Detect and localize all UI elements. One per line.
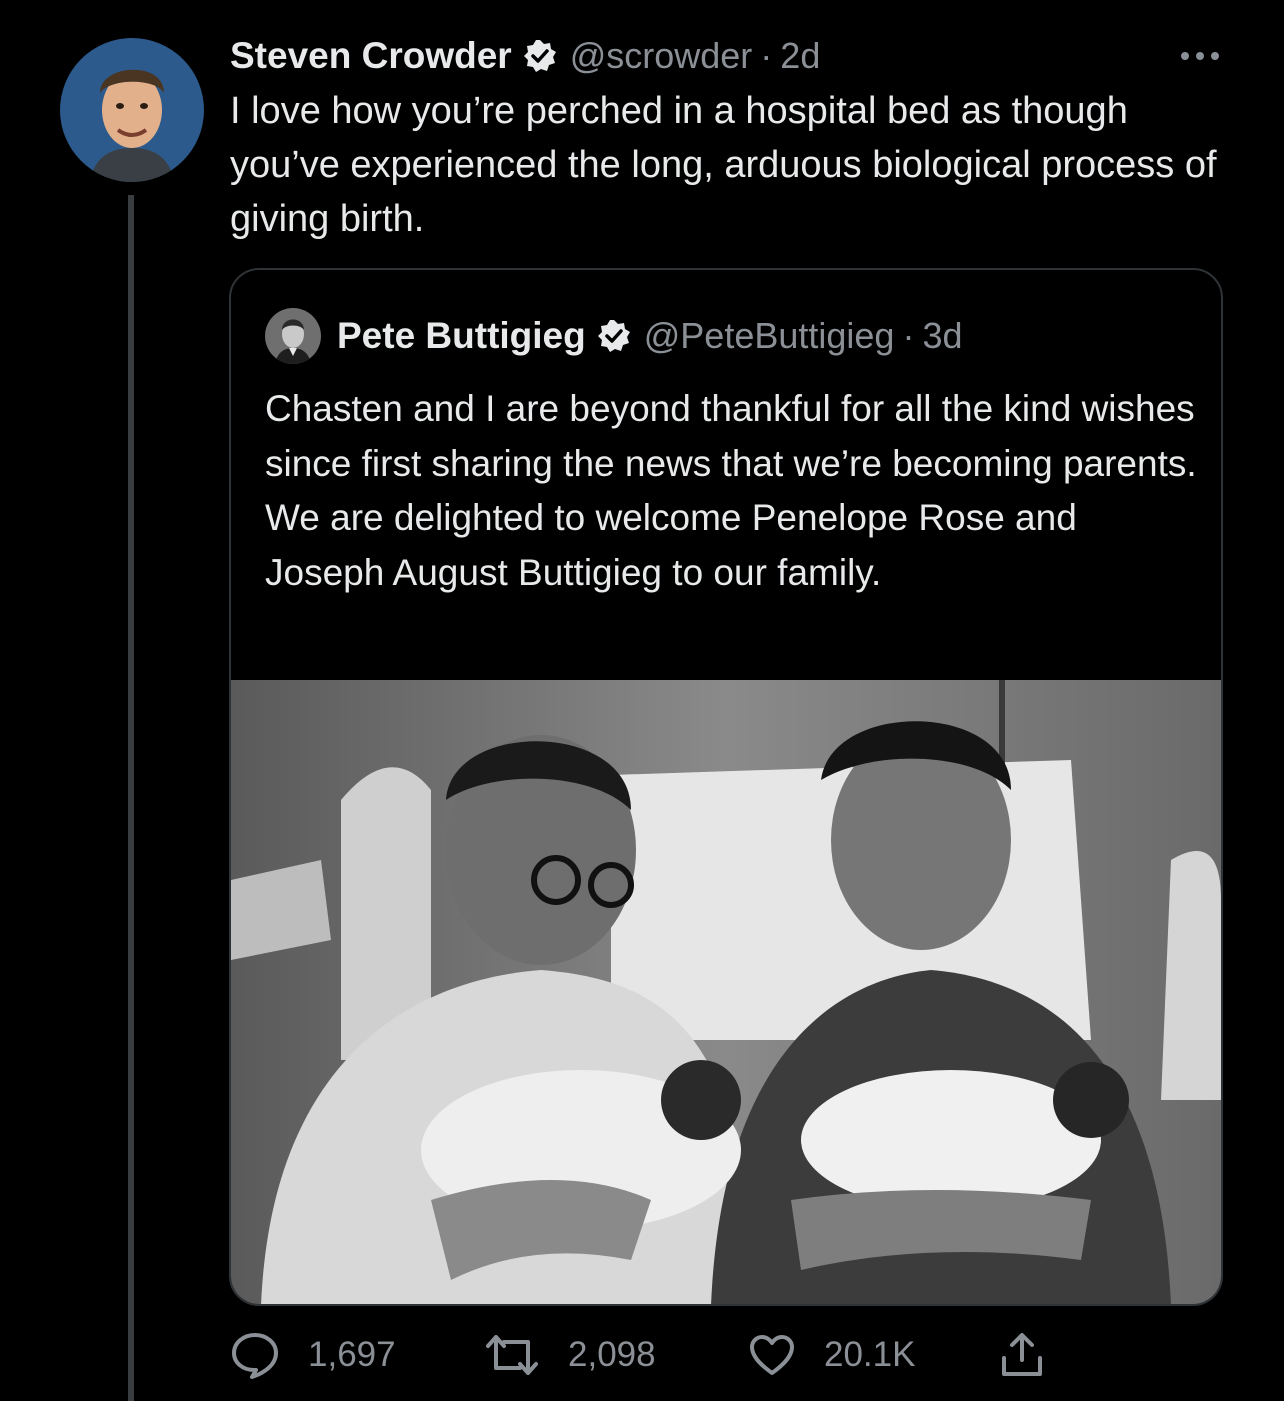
tweet-header: Steven Crowder @scrowder · 2d [230,30,1224,82]
more-dots-icon[interactable] [1178,38,1222,74]
retweet-icon [484,1332,540,1378]
share-button[interactable] [998,1330,1046,1380]
like-count: 20.1K [824,1335,916,1374]
retweet-button[interactable]: 2,098 [484,1330,656,1380]
quoted-tweet-photo[interactable] [231,680,1221,1304]
quoted-tweet-text: Chasten and I are beyond thankful for al… [265,388,1197,593]
verified-badge-icon [522,38,558,74]
author-name[interactable]: Steven Crowder [230,35,512,77]
quoted-author-name[interactable]: Pete Buttigieg [337,315,586,357]
reply-bubble-icon [230,1331,280,1379]
quoted-author-avatar [265,308,321,364]
heart-icon [748,1333,796,1377]
author-handle[interactable]: @scrowder [570,35,753,77]
tweet-text: I love how you’re perched in a hospital … [230,90,1217,240]
quoted-tweet-age[interactable]: 3d [922,315,962,357]
retweet-count: 2,098 [568,1335,656,1374]
quoted-tweet-header: Pete Buttigieg @PeteButtigieg · 3d [265,308,963,364]
quoted-tweet-card[interactable]: Pete Buttigieg @PeteButtigieg · 3d Chast… [229,268,1223,1306]
verified-badge-icon [596,318,632,354]
like-button[interactable]: 20.1K [748,1330,915,1380]
reply-button[interactable]: 1,697 [230,1330,396,1380]
tweet-age[interactable]: 2d [780,35,820,77]
separator-dot: · [760,35,773,76]
author-avatar[interactable] [60,38,204,182]
quoted-author-handle[interactable]: @PeteButtigieg [644,315,895,357]
reply-count: 1,697 [308,1335,396,1374]
thread-connector-line [128,195,134,1401]
share-icon [998,1330,1046,1380]
separator-dot: · [902,315,915,356]
